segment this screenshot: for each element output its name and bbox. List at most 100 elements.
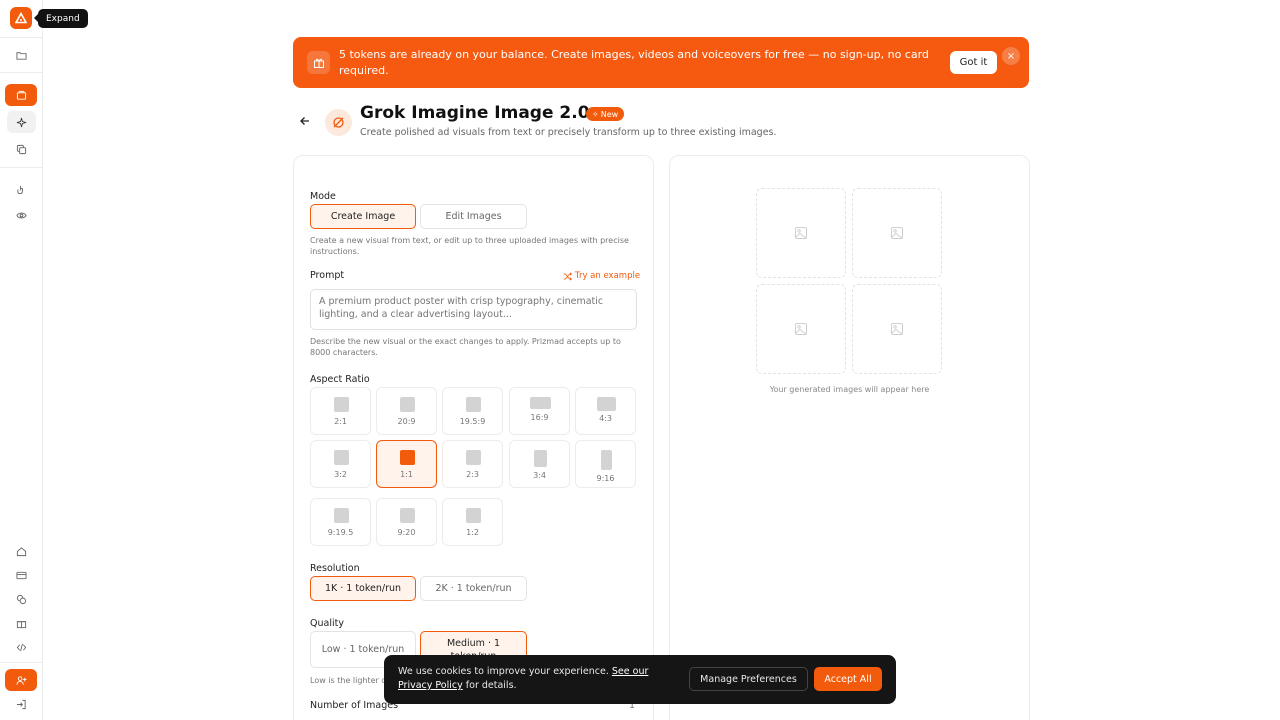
copy-icon xyxy=(16,144,27,154)
eye-icon xyxy=(16,212,27,218)
sidebar-item-billing[interactable] xyxy=(7,564,36,586)
resolution-2k[interactable]: 2K · 1 token/run xyxy=(420,576,527,601)
got-it-button[interactable]: Got it xyxy=(950,51,997,74)
output-placeholder xyxy=(852,188,942,278)
aspect-ratio-label-20-9: 20:9 xyxy=(397,417,416,426)
aspect-ratio-label-1-2: 1:2 xyxy=(466,528,479,537)
output-placeholder xyxy=(852,284,942,374)
aspect-ratio-3-4[interactable]: 3:4 xyxy=(509,440,570,488)
sidebar-item-image[interactable] xyxy=(5,84,37,106)
aspect-ratio-2-3[interactable]: 2:3 xyxy=(442,440,503,488)
sidebar-item-sparkles[interactable] xyxy=(7,111,36,133)
promo-banner: 5 tokens are already on your balance. Cr… xyxy=(293,37,1029,88)
cookie-text-after: for details. xyxy=(465,680,517,691)
image-placeholder-icon xyxy=(891,227,903,239)
model-logo-icon xyxy=(325,109,352,136)
sidebar-item-home[interactable] xyxy=(7,540,36,562)
aspect-ratio-1-2[interactable]: 1:2 xyxy=(442,498,503,546)
aspect-ratio-label-9-20: 9:20 xyxy=(397,528,416,537)
sidebar-divider xyxy=(0,72,42,73)
aspect-ratio-9-20[interactable]: 9:20 xyxy=(376,498,437,546)
output-placeholder xyxy=(756,188,846,278)
banner-text: 5 tokens are already on your balance. Cr… xyxy=(339,48,929,77)
hand-pointer-icon xyxy=(17,185,23,194)
aspect-ratio-9-16[interactable]: 9:16 xyxy=(575,440,636,488)
sidebar-divider xyxy=(0,662,42,663)
aspect-ratio-4-3[interactable]: 4:3 xyxy=(575,387,636,435)
resolution-label: Resolution xyxy=(310,563,360,574)
sidebar-item-coins[interactable] xyxy=(7,588,36,610)
page-subtitle: Create polished ad visuals from text or … xyxy=(360,127,777,138)
mode-hint: Create a new visual from text, or edit u… xyxy=(310,236,629,256)
try-example-link[interactable]: Try an example xyxy=(563,271,640,281)
prompt-input[interactable] xyxy=(310,289,637,330)
sidebar-divider xyxy=(0,37,42,38)
aspect-ratio-3-2[interactable]: 3:2 xyxy=(310,440,371,488)
aspect-ratio-1-1[interactable]: 1:1 xyxy=(376,440,437,488)
sidebar-item-pointer[interactable] xyxy=(7,178,36,200)
aspect-ratio-label-2-3: 2:3 xyxy=(466,470,479,479)
aspect-ratio-label-3-4: 3:4 xyxy=(533,471,546,480)
sidebar-item-gift[interactable] xyxy=(7,612,36,634)
login-icon xyxy=(16,699,26,709)
manage-preferences-button[interactable]: Manage Preferences xyxy=(689,667,808,691)
new-badge: ✧ New xyxy=(586,107,625,121)
output-panel xyxy=(669,155,1030,720)
sidebar-item-copy[interactable] xyxy=(7,138,36,160)
quality-label: Quality xyxy=(310,618,344,629)
aspect-ratio-20-9[interactable]: 20:9 xyxy=(376,387,437,435)
prompt-label: Prompt xyxy=(310,270,345,281)
aspect-ratio-16-9[interactable]: 16:9 xyxy=(509,387,570,435)
aspect-ratio-label-19-5-9: 19.5:9 xyxy=(459,417,486,426)
output-caption: Your generated images will appear here xyxy=(769,385,930,394)
sidebar-divider xyxy=(0,167,42,168)
page-title: Grok Imagine Image 2.0 xyxy=(360,103,590,123)
shuffle-icon xyxy=(563,271,572,281)
gift-icon xyxy=(16,620,27,628)
folder-icon xyxy=(16,51,27,60)
aspect-ratio-label-9-16: 9:16 xyxy=(596,474,615,483)
mode-edit-images[interactable]: Edit Images xyxy=(420,204,527,229)
mode-label: Mode xyxy=(310,191,336,202)
cookie-text-before: We use cookies to improve your experienc… xyxy=(398,666,609,677)
sidebar-item-login[interactable] xyxy=(7,693,36,715)
sidebar xyxy=(0,0,43,720)
aspect-ratio-label-2-1: 2:1 xyxy=(334,417,347,426)
sidebar-item-code[interactable] xyxy=(7,636,36,658)
sparkles-icon xyxy=(16,117,27,127)
gift-icon xyxy=(307,51,330,74)
image-placeholder-icon xyxy=(891,323,903,335)
resolution-1k[interactable]: 1K · 1 token/run xyxy=(310,576,416,601)
quality-hint: Low is the lighter option xyxy=(310,676,390,685)
number-of-images-label: Number of Images xyxy=(310,700,399,711)
cookie-text: We use cookies to improve your experienc… xyxy=(398,665,668,693)
sidebar-item-folder[interactable] xyxy=(7,44,36,66)
close-icon[interactable]: × xyxy=(1002,47,1020,65)
user-plus-icon xyxy=(15,675,27,685)
output-placeholder xyxy=(756,284,846,374)
new-badge-label: New xyxy=(600,109,619,119)
image-gallery-icon xyxy=(16,90,26,100)
aspect-ratio-label-3-2: 3:2 xyxy=(334,470,347,479)
back-arrow-icon[interactable] xyxy=(298,114,312,128)
aspect-ratio-2-1[interactable]: 2:1 xyxy=(310,387,371,435)
logo-icon[interactable] xyxy=(10,7,32,29)
sidebar-item-eye[interactable] xyxy=(7,204,36,226)
cookie-banner: We use cookies to improve your experienc… xyxy=(384,655,896,704)
prompt-hint: Describe the new visual or the exact cha… xyxy=(310,337,621,357)
aspect-ratio-label: Aspect Ratio xyxy=(310,374,370,385)
aspect-ratio-label-1-1: 1:1 xyxy=(400,470,413,479)
mode-create-image[interactable]: Create Image xyxy=(310,204,416,229)
aspect-ratio-label-4-3: 4:3 xyxy=(599,414,612,423)
aspect-ratio-label-16-9: 16:9 xyxy=(530,413,549,422)
aspect-ratio-19-5-9[interactable]: 19.5:9 xyxy=(442,387,503,435)
coins-icon xyxy=(16,594,27,604)
expand-tooltip: Expand xyxy=(34,9,88,28)
sidebar-item-add-user[interactable] xyxy=(5,669,37,691)
image-placeholder-icon xyxy=(795,227,807,239)
accept-all-button[interactable]: Accept All xyxy=(814,667,882,691)
home-icon xyxy=(16,546,27,556)
code-icon xyxy=(16,643,27,651)
aspect-ratio-label-9-19-5: 9:19.5 xyxy=(327,528,354,537)
aspect-ratio-9-19-5[interactable]: 9:19.5 xyxy=(310,498,371,546)
